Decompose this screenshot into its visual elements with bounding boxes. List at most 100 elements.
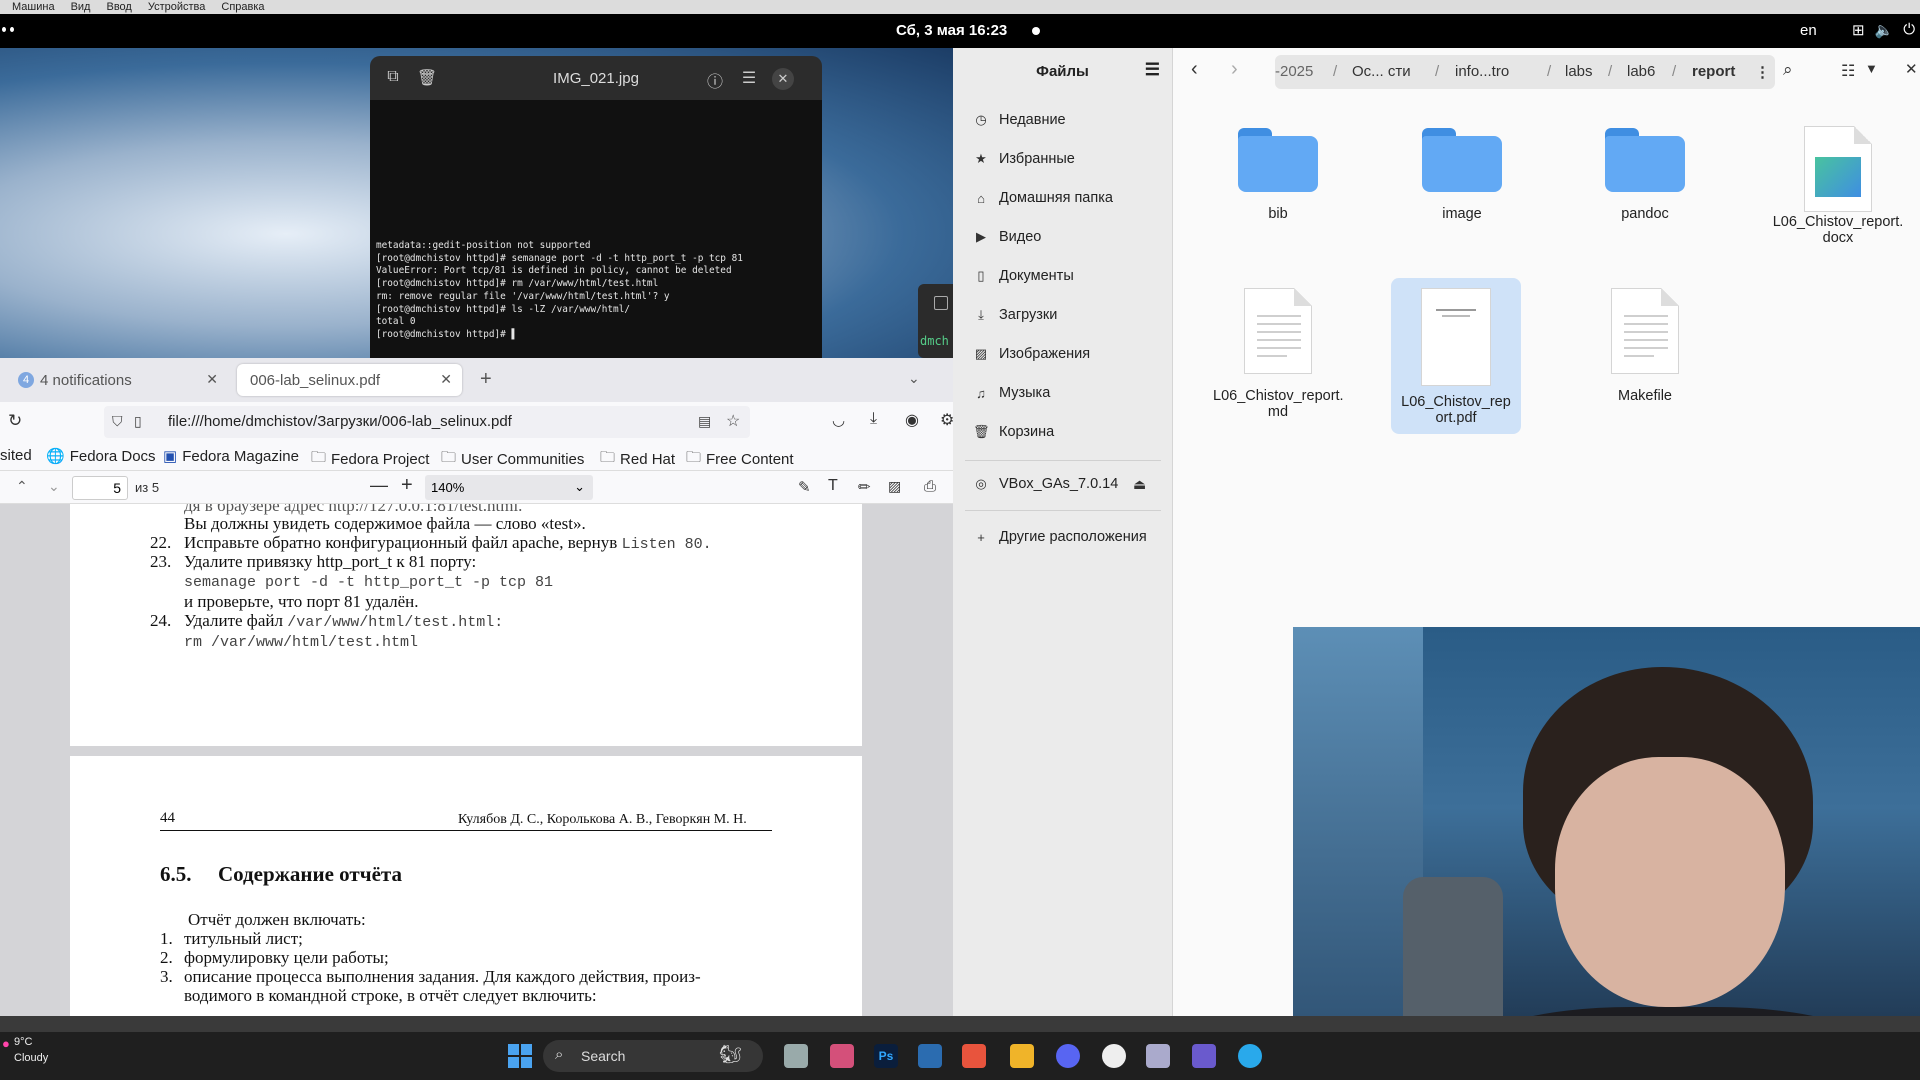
bookmark-visited[interactable]: sited [0,447,32,464]
zoom-in-icon[interactable]: + [401,474,413,497]
globe-icon: 🌐 [46,448,65,465]
app-icon[interactable] [830,1044,854,1068]
previous-page-icon[interactable]: ⌃ [16,478,28,495]
image-tool-icon[interactable]: ▨ [888,478,901,495]
download-icon: ⤓ [978,307,984,322]
app-icon[interactable] [1102,1044,1126,1068]
file-item-folder[interactable]: image [1397,128,1527,222]
sidebar-item-pictures[interactable]: ▨ Изображения [973,346,1090,362]
bookmark-star-icon[interactable]: ☆ [726,411,740,431]
back-icon[interactable]: ‹ [1191,58,1198,81]
file-item-folder[interactable]: pandoc [1580,128,1710,222]
menu-icon[interactable]: ☰ [738,68,760,90]
tab-pdf[interactable]: 006-lab_selinux.pdf ✕ [237,364,462,396]
discord-icon[interactable] [1056,1044,1080,1068]
shield-icon[interactable]: ⛉ [112,413,123,430]
menu-machine[interactable]: Машина [12,1,55,13]
photoshop-icon[interactable]: Ps [874,1044,898,1068]
weather-temp[interactable]: 9°C [14,1036,32,1048]
url-bar[interactable]: ⛉ ▯ file:///home/dmchistov/Загрузки/006-… [104,406,750,438]
bookmark-fedora-magazine[interactable]: ▣ Fedora Magazine [163,447,299,466]
weather-desc[interactable]: Cloudy [14,1052,48,1064]
pocket-icon[interactable]: ◡ [832,411,845,429]
forward-icon[interactable]: › [1231,58,1238,81]
virtualbox-icon[interactable] [1146,1044,1170,1068]
sidebar-item-home[interactable]: ⌂ Домашняя папка [973,190,1113,206]
tab-notifications[interactable]: 4 4 notifications ✕ [8,364,228,396]
webcam-overlay [1293,627,1920,1080]
task-view-icon[interactable] [784,1044,808,1068]
search-icon[interactable]: ⌕ [1783,60,1793,80]
highlight-icon[interactable]: ✎ [798,478,811,496]
new-tab-icon[interactable]: + [480,368,492,391]
list-view-icon[interactable]: ☷ [1841,61,1855,81]
tab-list-chevron-icon[interactable]: ⌄ [908,370,920,387]
figma-icon[interactable] [962,1044,986,1068]
path-crumb[interactable]: info...tro [1455,63,1509,80]
menu-input[interactable]: Ввод [106,1,131,13]
file-explorer-icon[interactable] [1010,1044,1034,1068]
sidebar-item-device[interactable]: ◎ VBox_GAs_7.0.14 [973,476,1118,492]
taskbar-search[interactable]: ⌕ Search 🐿 [543,1040,763,1072]
bookmark-free-content[interactable]: 🗀 Free Content [686,447,794,472]
kebab-menu-icon[interactable]: ⋮ [1755,63,1770,81]
page-number-input[interactable]: 5 [72,476,128,500]
next-page-icon[interactable]: ⌄ [48,478,60,495]
menu-devices[interactable]: Устройства [148,1,206,13]
close-icon[interactable]: ✕ [1905,60,1918,78]
close-tab-icon[interactable]: ✕ [206,371,218,388]
app-icon[interactable] [1192,1044,1216,1068]
navigation-bar: ↻ ⛉ ▯ file:///home/dmchistov/Загрузки/00… [0,402,954,442]
sidebar-item-starred[interactable]: ★ Избранные [973,151,1075,167]
path-crumb[interactable]: lab6 [1627,63,1655,80]
system-menu[interactable]: ⊞ 🔈 ⏻ [1852,21,1915,39]
close-icon[interactable]: ✕ [772,68,794,90]
background-window-peek[interactable]: dmch [918,284,953,358]
sidebar-item-recent[interactable]: ◷ Недавние [973,112,1065,128]
file-item-folder[interactable]: bib [1213,128,1343,222]
draw-icon[interactable]: ✏ [858,478,871,496]
close-tab-icon[interactable]: ✕ [440,371,452,388]
clock[interactable]: Сб, 3 мая 16:23 [896,22,1007,39]
file-item-pdf-selected[interactable]: L06_Chistov_rep ort.pdf [1391,278,1521,434]
info-icon[interactable]: ⓘ [704,68,726,91]
bookmark-red-hat[interactable]: 🗀 Red Hat [600,447,675,472]
app-icon[interactable] [918,1044,942,1068]
keyboard-layout[interactable]: en [1800,22,1817,39]
reader-view-icon[interactable]: ▤ [698,413,711,430]
view-options-chevron-icon[interactable]: ▼ [1865,61,1878,76]
sidebar-item-downloads[interactable]: ⤓ Загрузки [973,307,1057,323]
path-crumb[interactable]: Ос... сти [1352,63,1411,80]
menu-help[interactable]: Справка [221,1,264,13]
sidebar-item-other-locations[interactable]: + Другие расположения [973,529,1146,545]
bookmark-user-communities[interactable]: 🗀 User Communities [441,447,584,472]
zoom-select[interactable]: 140% ⌄ [425,475,593,500]
reload-icon[interactable]: ↻ [8,411,22,431]
zoom-out-icon[interactable]: — [370,475,388,496]
windows-start-icon[interactable] [508,1044,532,1068]
bookmark-fedora-docs[interactable]: 🌐 Fedora Docs [46,447,156,466]
hamburger-menu-icon[interactable]: ☰ [1145,60,1160,80]
path-crumb[interactable]: labs [1565,63,1593,80]
url-text[interactable]: file:///home/dmchistov/Загрузки/006-lab_… [168,413,512,430]
path-crumb[interactable]: -2025 [1275,63,1313,80]
telegram-icon[interactable] [1238,1044,1262,1068]
sidebar-item-videos[interactable]: ▶ Видео [973,229,1041,245]
file-item-docx[interactable]: L06_Chistov_report. docx [1763,126,1913,246]
pdf-viewer[interactable]: дя в браузере адрес http://127.0.0.1:81/… [0,504,953,1016]
file-item-md[interactable]: L06_Chistov_report. md [1213,288,1344,420]
sidebar-item-documents[interactable]: ▯ Документы [973,268,1073,284]
downloads-icon[interactable]: ⤓ [870,410,877,428]
sidebar-item-trash[interactable]: 🗑 Корзина [973,424,1054,440]
sidebar-item-music[interactable]: ♫ Музыка [973,385,1050,401]
activities-button[interactable] [2,27,14,33]
text-tool-icon[interactable]: T [828,477,838,495]
bookmark-fedora-project[interactable]: 🗀 Fedora Project [311,447,429,472]
account-icon[interactable]: ◉ [905,410,919,430]
path-separator: / [1672,63,1677,80]
eject-icon[interactable]: ⏏ [1133,476,1146,493]
print-icon[interactable]: ⎙ [924,478,936,495]
file-item-makefile[interactable]: Makefile [1580,288,1710,404]
menu-view[interactable]: Вид [71,1,91,13]
path-crumb-current[interactable]: report [1692,63,1735,80]
